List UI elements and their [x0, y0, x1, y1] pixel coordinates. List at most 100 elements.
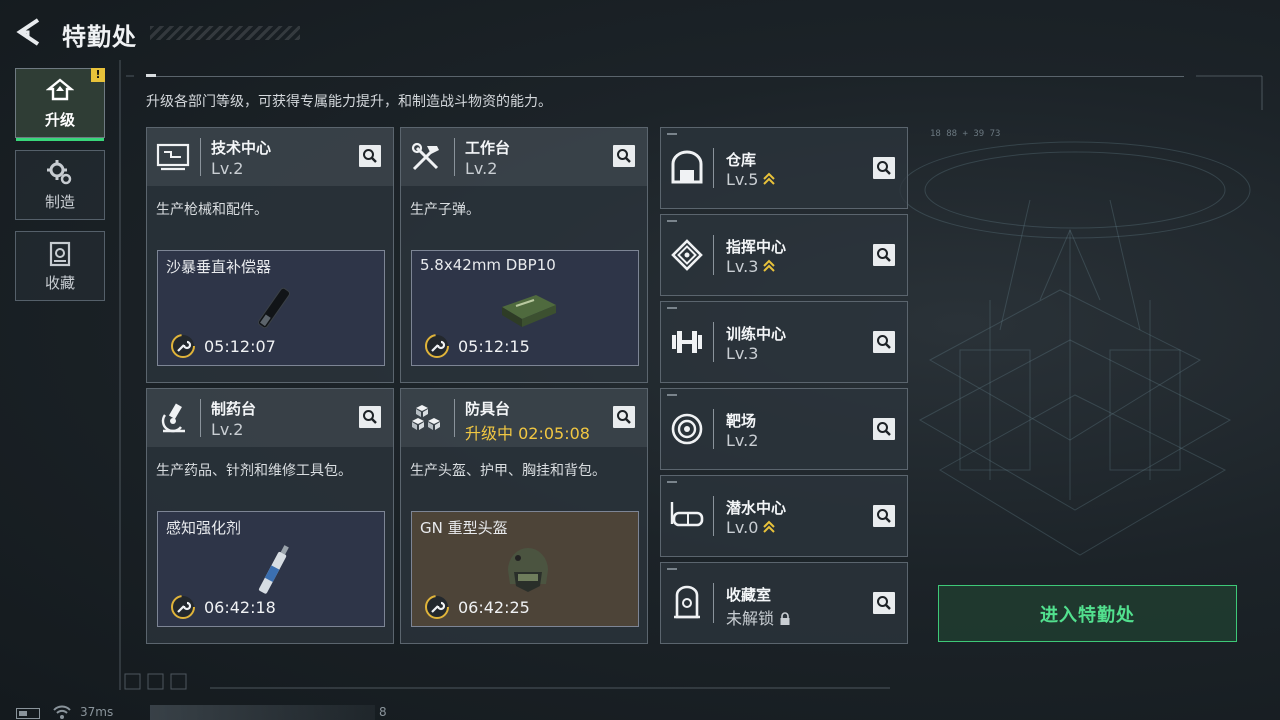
facility-level-text: 未解锁: [726, 609, 775, 628]
search-icon: [363, 149, 377, 163]
armor-blocks-icon: [412, 405, 440, 430]
station-card-armor: 防具台 升级中 02:05:08 生产头盔、护甲、胸挂和背包。 GN 重型头盔 …: [400, 388, 648, 644]
station-level: Lv.2: [465, 159, 498, 178]
compensator-image: [257, 287, 291, 329]
craft-item-name: 沙暴垂直补偿器: [166, 258, 272, 276]
inspect-button[interactable]: [873, 244, 895, 266]
facility-name: 仓库: [726, 151, 757, 169]
page-description: 升级各部门等级，可获得专属能力提升，和制造战斗物资的能力。: [146, 94, 552, 110]
separator: [713, 322, 714, 362]
craft-item-name: 感知强化剂: [166, 519, 242, 537]
corner-tick: [667, 394, 677, 396]
wrench-timer-icon: [171, 334, 195, 358]
facility-level: Lv.0: [726, 518, 776, 537]
facility-level: 未解锁: [726, 605, 791, 629]
station-name: 防具台: [465, 400, 511, 418]
station-description: 生产药品、针剂和维修工具包。: [156, 463, 352, 479]
warehouse-icon: [671, 150, 703, 184]
facility-level-text: Lv.5: [726, 170, 759, 189]
tools-icon: [411, 142, 439, 171]
title-decoration: [150, 26, 300, 40]
status-count: 8: [379, 705, 387, 719]
facility-warehouse[interactable]: 仓库 Lv.5: [660, 127, 908, 209]
inspect-button[interactable]: [359, 406, 381, 428]
enter-special-ops-button[interactable]: 进入特勤处: [938, 585, 1237, 642]
inspect-button[interactable]: [613, 145, 635, 167]
inspect-button[interactable]: [873, 592, 895, 614]
station-description: 生产枪械和配件。: [156, 202, 268, 218]
corner-tick: [667, 133, 677, 135]
station-description: 生产头盔、护甲、胸挂和背包。: [410, 463, 606, 479]
station-name: 工作台: [465, 139, 511, 157]
microscope-icon: [161, 403, 185, 433]
sidebar-tab-manufacture[interactable]: 制造: [15, 150, 105, 220]
search-icon: [877, 161, 891, 175]
helmet-image: [508, 548, 548, 592]
station-name: 技术中心: [211, 139, 272, 157]
station-description: 生产子弹。: [410, 202, 480, 218]
craft-slot[interactable]: 沙暴垂直补偿器 05:12:07: [157, 250, 385, 366]
back-button[interactable]: [14, 16, 46, 48]
facility-name: 潜水中心: [726, 499, 787, 517]
station-card-workbench: 工作台 Lv.2 生产子弹。 5.8x42mm DBP10 05:12:15: [400, 127, 648, 383]
station-card-pharmacy: 制药台 Lv.2 生产药品、针剂和维修工具包。 感知强化剂 06:42:18: [146, 388, 394, 644]
separator: [200, 138, 201, 176]
inspect-button[interactable]: [873, 331, 895, 353]
status-bar: [150, 705, 375, 720]
craft-item-name: GN 重型头盔: [420, 519, 508, 537]
facility-level-text: Lv.0: [726, 518, 759, 537]
facility-training-center[interactable]: 训练中心 Lv.3: [660, 301, 908, 383]
facility-name: 训练中心: [726, 325, 787, 343]
computer-icon: [156, 143, 190, 171]
separator: [200, 399, 201, 437]
facility-name: 收藏室: [726, 586, 772, 604]
separator: [454, 138, 455, 176]
facility-diving-center[interactable]: 潜水中心 Lv.0: [660, 475, 908, 557]
separator: [713, 583, 714, 623]
station-level: Lv.2: [211, 420, 244, 439]
facility-shooting-range[interactable]: 靶场 Lv.2: [660, 388, 908, 470]
inspect-button[interactable]: [873, 418, 895, 440]
facility-collection-room[interactable]: 收藏室 未解锁: [660, 562, 908, 644]
facility-command-center[interactable]: 指挥中心 Lv.3: [660, 214, 908, 296]
craft-timer: 05:12:15: [458, 337, 530, 356]
craft-timer: 06:42:25: [458, 598, 530, 617]
search-icon: [617, 410, 631, 424]
inspect-button[interactable]: [873, 157, 895, 179]
wrench-timer-icon: [425, 595, 449, 619]
separator: [713, 235, 714, 275]
station-level: Lv.2: [211, 159, 244, 178]
diving-mask-icon: [670, 502, 704, 527]
lock-icon: [780, 612, 790, 625]
vault-icon: [674, 585, 700, 619]
upgrade-icon: [46, 77, 74, 100]
sidebar-tab-label: 升级: [44, 110, 75, 129]
sidebar-tab-upgrade[interactable]: ! 升级: [15, 68, 105, 141]
wrench-timer-icon: [171, 595, 195, 619]
inspect-button[interactable]: [359, 145, 381, 167]
station-name: 制药台: [211, 400, 257, 418]
craft-item-name: 5.8x42mm DBP10: [420, 256, 556, 274]
search-icon: [877, 335, 891, 349]
craft-slot[interactable]: 5.8x42mm DBP10 05:12:15: [411, 250, 639, 366]
inspect-button[interactable]: [613, 406, 635, 428]
divider-mark: [146, 74, 156, 77]
sidebar-tab-collection[interactable]: 收藏: [15, 231, 105, 301]
separator: [713, 496, 714, 536]
ammo-box-image: [502, 295, 556, 327]
corner-tick: [667, 481, 677, 483]
facility-level: Lv.2: [726, 431, 759, 450]
network-latency: 37ms: [80, 705, 114, 719]
dumbbell-icon: [672, 331, 702, 353]
separator: [454, 399, 455, 437]
craft-slot[interactable]: GN 重型头盔 06:42:25: [411, 511, 639, 627]
upgrade-available-icon: [763, 259, 776, 272]
corner-tick: [667, 307, 677, 309]
craft-slot[interactable]: 感知强化剂 06:42:18: [157, 511, 385, 627]
collection-icon: [49, 241, 71, 266]
craft-timer: 05:12:07: [204, 337, 276, 356]
upgrade-available-icon: [763, 520, 776, 533]
search-icon: [877, 248, 891, 262]
inspect-button[interactable]: [873, 505, 895, 527]
separator: [713, 409, 714, 449]
